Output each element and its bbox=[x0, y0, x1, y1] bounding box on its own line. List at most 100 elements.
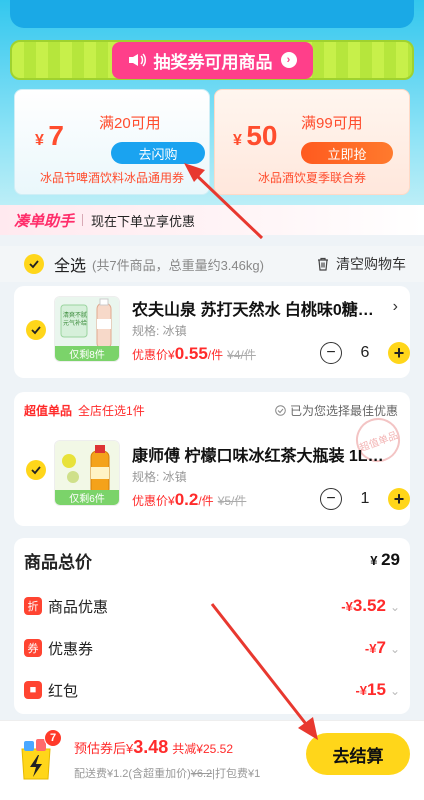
select-all-row: 全选 (共7件商品，总重量约3.46kg) 清空购物车 bbox=[0, 246, 424, 282]
increase-button[interactable]: + bbox=[388, 488, 410, 510]
chevron-right-icon: › bbox=[280, 52, 297, 68]
decrease-button[interactable]: − bbox=[320, 342, 342, 364]
price-currency: ¥ bbox=[168, 494, 175, 508]
svg-text:清爽不腻: 清爽不腻 bbox=[63, 311, 87, 319]
trash-icon bbox=[318, 257, 328, 271]
saved-amount[interactable]: 共减¥25.52 bbox=[172, 742, 233, 756]
total-label: 商品总价 bbox=[24, 552, 92, 572]
coupon-description: 冰品节啤酒饮料冰品通用券 bbox=[39, 171, 184, 185]
total-amount: 29 bbox=[381, 550, 400, 569]
product-image[interactable]: 清爽不腻 元气补给 仅剩8件 bbox=[54, 296, 120, 362]
coupon-icon: 券 bbox=[24, 639, 42, 657]
coupon-currency: ¥ bbox=[35, 132, 44, 149]
banner-title: 抽奖券可用商品 bbox=[153, 52, 273, 72]
chevron-right-icon[interactable]: › bbox=[393, 298, 398, 316]
best-offer-note: 已为您选择最佳优惠 bbox=[275, 402, 398, 419]
coupon-condition: 满20可用 bbox=[99, 115, 161, 132]
red-packet-icon: ■ bbox=[24, 681, 42, 699]
svg-text:元气补给: 元气补给 bbox=[63, 319, 87, 327]
quantity-value[interactable]: 1 bbox=[342, 490, 388, 508]
select-all-label: 全选 bbox=[54, 258, 87, 275]
discount-prefix: -¥ bbox=[341, 599, 353, 614]
red-packet-prefix: -¥ bbox=[355, 683, 368, 698]
banner-label: 抽奖券可用商品 › bbox=[111, 41, 313, 79]
product-price: 优惠价¥0.2/件 ¥5/件 bbox=[132, 490, 246, 510]
coupon-amount: ¥ 7 bbox=[35, 120, 64, 152]
discount-label: 商品优惠 bbox=[48, 598, 109, 616]
original-delivery-fee: ¥6.2 bbox=[190, 768, 213, 780]
price-unit: /件 bbox=[207, 348, 224, 362]
increase-button[interactable]: + bbox=[388, 342, 410, 364]
helper-tag: 凑单助手 bbox=[14, 212, 75, 230]
select-all-checkbox[interactable] bbox=[24, 254, 44, 274]
chevron-down-icon: ⌄ bbox=[389, 642, 400, 656]
discount-value: -¥3.52 ⌄ bbox=[341, 596, 400, 616]
coupon-value: 50 bbox=[246, 120, 278, 151]
total-price-row: 商品总价 ¥ 29 bbox=[14, 540, 410, 580]
product-name[interactable]: 康师傅 柠檬口味冰红茶大瓶装 1L… bbox=[132, 442, 390, 466]
check-icon bbox=[31, 466, 41, 475]
clear-cart-button[interactable]: 清空购物车 bbox=[316, 254, 406, 274]
discount-icon: 折 bbox=[24, 597, 42, 615]
red-packet-label: 红包 bbox=[48, 682, 79, 700]
cart-count-badge: 7 bbox=[44, 729, 62, 747]
voucher-products-banner[interactable]: 抽奖券可用商品 › bbox=[10, 40, 414, 80]
chevron-down-icon: ⌄ bbox=[389, 684, 400, 698]
product-name[interactable]: 农夫山泉 苏打天然水 白桃味0糖… bbox=[132, 296, 390, 320]
clear-cart-label: 清空购物车 bbox=[336, 256, 406, 272]
decrease-button[interactable]: − bbox=[320, 488, 342, 510]
cart-item: 超值单品 全店任选1件 已为您选择最佳优惠 超值单品 仅剩6件 康师傅 柠檬口味… bbox=[14, 392, 410, 526]
helper-text: 现在下单立享优惠 bbox=[91, 213, 196, 229]
price-label: 优惠价 bbox=[132, 348, 169, 362]
estimated-price: 预估券后¥3.48 共减¥25.52 bbox=[74, 737, 233, 758]
estimated-label: 预估券后 bbox=[74, 741, 127, 756]
delivery-fee: 配送费¥1.2(含超重加价) bbox=[74, 768, 191, 780]
item-checkbox[interactable] bbox=[26, 320, 46, 340]
coupon-row[interactable]: 券 优惠券 -¥7 ⌄ bbox=[14, 628, 410, 668]
original-price: ¥5/件 bbox=[217, 494, 247, 508]
coupon-label: 优惠券 bbox=[48, 640, 94, 658]
coupon-value: -¥7 ⌄ bbox=[365, 638, 400, 658]
coupon-description: 冰品酒饮夏季联合券 bbox=[257, 171, 366, 185]
promo-tags: 超值单品 全店任选1件 bbox=[24, 402, 145, 419]
coupon-condition: 满99可用 bbox=[301, 115, 363, 132]
check-icon bbox=[31, 326, 41, 335]
any-item-tag: 全店任选1件 bbox=[78, 404, 145, 418]
grab-now-button[interactable]: 立即抢 bbox=[301, 142, 393, 164]
red-packet-value: -¥15 ⌄ bbox=[355, 680, 400, 700]
item-checkbox[interactable] bbox=[26, 460, 46, 480]
red-packet-amount: 15 bbox=[367, 680, 386, 699]
checkout-button[interactable]: 去结算 bbox=[306, 733, 410, 775]
check-circle-icon bbox=[275, 405, 286, 416]
price-unit: /件 bbox=[198, 494, 214, 508]
cart-summary-text: (共7件商品，总重量约3.46kg) bbox=[92, 257, 264, 273]
coupon-card: ¥ 7 满20可用 去闪购 冰品节啤酒饮料冰品通用券 bbox=[14, 89, 210, 195]
coupon-amount: ¥ 50 bbox=[233, 120, 278, 152]
price-label: 优惠价 bbox=[132, 494, 169, 508]
red-packet-row[interactable]: ■ 红包 -¥15 ⌄ bbox=[14, 670, 410, 710]
speaker-icon bbox=[128, 53, 146, 67]
price-value: 0.2 bbox=[174, 490, 199, 509]
coupon-prefix: -¥ bbox=[364, 641, 377, 656]
quantity-value[interactable]: 6 bbox=[342, 344, 388, 362]
packing-fee: |打包费¥1 bbox=[212, 768, 261, 780]
quantity-stepper: − 6 + bbox=[320, 342, 410, 364]
product-spec[interactable]: 规格: 冰镇 bbox=[132, 468, 187, 485]
product-image[interactable]: 仅剩6件 bbox=[54, 440, 120, 506]
discount-row[interactable]: 折 商品优惠 -¥3.52 ⌄ bbox=[14, 586, 410, 626]
price-value: 0.55 bbox=[174, 344, 208, 363]
best-offer-text: 已为您选择最佳优惠 bbox=[289, 404, 398, 418]
checkout-bar: 7 预估券后¥3.48 共减¥25.52 配送费¥1.2(含超重加价)¥6.2|打… bbox=[0, 720, 424, 800]
stock-badge: 仅剩8件 bbox=[55, 346, 119, 361]
divider bbox=[82, 214, 84, 226]
cart-item: 清爽不腻 元气补给 仅剩8件 农夫山泉 苏打天然水 白桃味0糖… › 规格: 冰… bbox=[14, 286, 410, 378]
go-flash-buy-button[interactable]: 去闪购 bbox=[111, 142, 205, 164]
price-summary: 商品总价 ¥ 29 折 商品优惠 -¥3.52 ⌄ 券 优惠券 -¥7 ⌄ ■ 红包… bbox=[14, 538, 410, 714]
check-icon bbox=[29, 260, 39, 269]
hero-top-strip bbox=[10, 0, 414, 28]
coupon-card: ¥ 50 满99可用 立即抢 冰品酒饮夏季联合券 bbox=[214, 89, 410, 195]
delivery-fee-text: 配送费¥1.2(含超重加价)¥6.2|打包费¥1 bbox=[74, 765, 260, 781]
order-helper-strip: 凑单助手 现在下单立享优惠 bbox=[0, 205, 424, 235]
product-spec[interactable]: 规格: 冰镇 bbox=[132, 322, 187, 339]
quantity-stepper: − 1 + bbox=[320, 488, 410, 510]
